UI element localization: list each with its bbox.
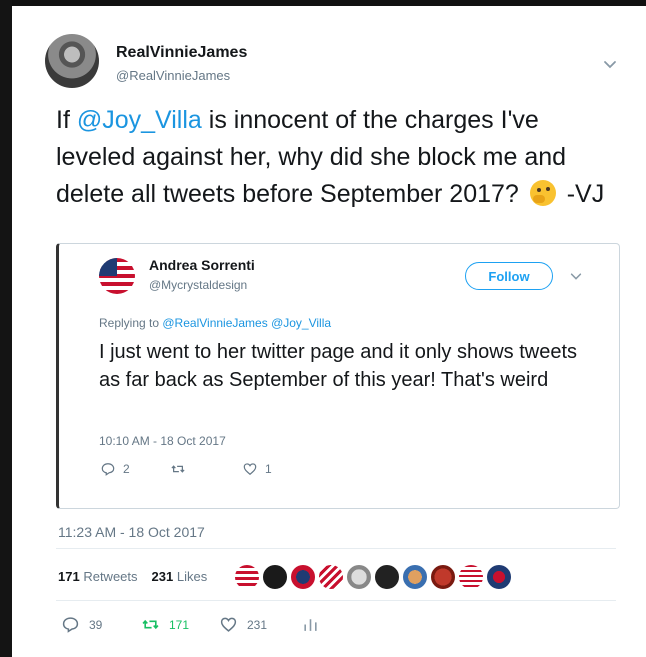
heart-icon	[243, 463, 257, 476]
quoted-tweet-timestamp[interactable]: 10:10 AM - 18 Oct 2017	[99, 434, 226, 448]
heart-icon	[220, 617, 237, 632]
tweet-text-part: If	[56, 106, 77, 134]
retweet-button[interactable]: 171	[142, 616, 189, 633]
quoted-tweet[interactable]: Andrea Sorrenti @Mycrystaldesign Follow …	[56, 243, 620, 509]
replying-mention-1[interactable]: @RealVinnieJames	[162, 316, 267, 330]
liker-avatar[interactable]	[374, 564, 400, 590]
quoted-reply-button[interactable]: 2	[101, 462, 130, 476]
liker-avatar[interactable]	[318, 564, 344, 590]
liker-avatar[interactable]	[262, 564, 288, 590]
author-handle[interactable]: @RealVinnieJames	[116, 68, 230, 83]
tweet-card: RealVinnieJames @RealVinnieJames If @Joy…	[12, 6, 642, 657]
author-name[interactable]: RealVinnieJames	[116, 44, 247, 62]
quoted-author-name[interactable]: Andrea Sorrenti	[149, 257, 255, 273]
quoted-reply-count: 2	[123, 462, 130, 476]
liker-avatar[interactable]	[486, 564, 512, 590]
retweet-icon	[171, 465, 185, 473]
likes-stat[interactable]: 231 Likes	[152, 569, 208, 584]
divider	[56, 600, 616, 601]
thinking-face-icon	[529, 180, 556, 206]
like-button[interactable]: 231	[220, 616, 267, 633]
tweet-actions: 39 171 231	[62, 616, 462, 636]
quoted-author-handle[interactable]: @Mycrystaldesign	[149, 278, 247, 292]
tweet-stats: 171 Retweets 231 Likes	[58, 569, 207, 584]
liker-avatar[interactable]	[346, 564, 372, 590]
replying-mention-2[interactable]: @Joy_Villa	[271, 316, 331, 330]
reply-count: 39	[89, 617, 103, 632]
liker-avatar[interactable]	[290, 564, 316, 590]
tweet-signature: -VJ	[559, 180, 605, 208]
quoted-tweet-text: I just went to her twitter page and it o…	[99, 341, 578, 391]
follow-button[interactable]: Follow	[465, 262, 553, 290]
analytics-icon	[304, 619, 317, 631]
window-left-edge	[0, 0, 12, 657]
replying-to: Replying to @RealVinnieJames @Joy_Villa	[99, 316, 331, 330]
mention-link[interactable]: @Joy_Villa	[77, 106, 202, 134]
divider	[56, 548, 616, 549]
liker-avatar[interactable]	[430, 564, 456, 590]
replying-to-label: Replying to	[99, 316, 163, 330]
reply-icon	[101, 463, 115, 476]
retweets-stat[interactable]: 171 Retweets	[58, 569, 138, 584]
retweet-count: 171	[169, 617, 190, 632]
quoted-author-avatar[interactable]	[99, 258, 135, 294]
quoted-retweet-button[interactable]	[171, 462, 193, 476]
chevron-down-icon[interactable]	[569, 269, 583, 283]
retweet-icon	[142, 619, 159, 630]
chevron-down-icon[interactable]	[602, 56, 618, 72]
liker-avatar[interactable]	[234, 564, 260, 590]
retweets-count: 171	[58, 569, 80, 584]
like-count: 231	[247, 617, 268, 632]
tweet-timestamp[interactable]: 11:23 AM - 18 Oct 2017	[58, 524, 205, 540]
tweet-text: If @Joy_Villa is innocent of the charges…	[56, 102, 611, 213]
liker-avatar[interactable]	[458, 564, 484, 590]
likes-count: 231	[151, 569, 174, 584]
reply-button[interactable]: 39	[62, 616, 102, 633]
author-avatar[interactable]	[45, 34, 99, 88]
reply-icon	[62, 617, 79, 633]
quoted-like-count: 1	[265, 462, 272, 476]
liker-avatar[interactable]	[402, 564, 428, 590]
quoted-like-button[interactable]: 1	[243, 462, 272, 476]
analytics-button[interactable]	[302, 616, 329, 633]
retweets-label: Retweets	[83, 569, 138, 584]
likes-label: Likes	[176, 569, 208, 584]
